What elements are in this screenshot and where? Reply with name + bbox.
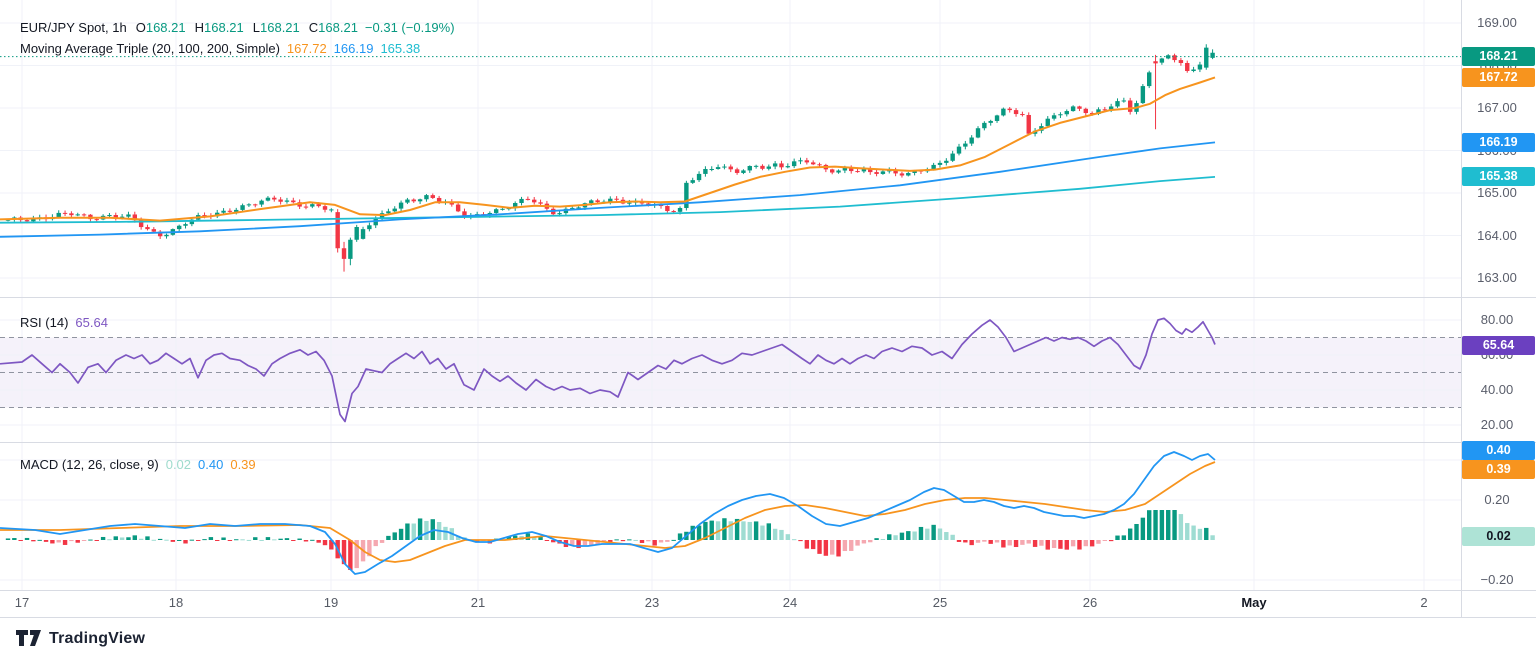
- macd-value: 0.40: [198, 457, 223, 472]
- ma-value: 167.72: [287, 41, 327, 56]
- ma-value: 166.19: [334, 41, 374, 56]
- ma20-line: [0, 77, 1215, 220]
- candlestick-series: [6, 44, 1215, 271]
- rsi-legend: RSI (14) 65.64: [20, 315, 108, 330]
- ohlc-key: O: [136, 20, 146, 35]
- macd-tick: −0.20: [1462, 572, 1532, 588]
- x-axis-label: 18: [169, 595, 183, 610]
- price-tick: 165.00: [1462, 185, 1532, 201]
- macd-histogram: [6, 510, 1215, 570]
- chart-canvas[interactable]: [0, 0, 1536, 618]
- rsi-tick: 40.00: [1462, 382, 1532, 398]
- rsi-badge: 65.64: [1462, 336, 1535, 355]
- rsi-value: 65.64: [75, 315, 108, 330]
- rsi-tick: 20.00: [1462, 417, 1532, 433]
- grid: [0, 0, 1461, 590]
- ohlc-values: O168.21H168.21L168.21C168.21: [127, 20, 358, 35]
- x-axis-label: May: [1241, 595, 1266, 610]
- ohlc-value: 168.21: [260, 20, 300, 35]
- ma-indicator-label[interactable]: Moving Average Triple (20, 100, 200, Sim…: [20, 41, 280, 56]
- macd-values: 0.02 0.40 0.39: [159, 457, 256, 472]
- macd-badge: 0.39: [1462, 460, 1535, 479]
- macd-indicator-label[interactable]: MACD (12, 26, close, 9): [20, 457, 159, 472]
- footer: TradingView: [0, 618, 1536, 659]
- ohlc-key: L: [253, 20, 260, 35]
- x-axis-label: 26: [1083, 595, 1097, 610]
- ohlc-value: 168.21: [318, 20, 358, 35]
- tradingview-wordmark[interactable]: TradingView: [49, 630, 145, 648]
- ma-values: 167.72 166.19 165.38: [280, 41, 420, 56]
- rsi-tick: 80.00: [1462, 312, 1532, 328]
- x-axis-label: 17: [15, 595, 29, 610]
- x-axis-label: 24: [783, 595, 797, 610]
- price-tick: 163.00: [1462, 270, 1532, 286]
- price-badge: 166.19: [1462, 133, 1535, 152]
- macd-legend: MACD (12, 26, close, 9) 0.02 0.40 0.39: [20, 457, 256, 472]
- price-tick: 164.00: [1462, 228, 1532, 244]
- ma100-line: [0, 142, 1215, 236]
- tradingview-chart: { "header": { "symbol": "EUR/JPY Spot, 1…: [0, 0, 1536, 659]
- price-tick: 167.00: [1462, 100, 1532, 116]
- macd-badge: 0.02: [1462, 527, 1535, 546]
- price-badge: 167.72: [1462, 68, 1535, 87]
- price-badge: 168.21: [1462, 47, 1535, 66]
- signal-line: [0, 462, 1215, 562]
- ohlc-key: C: [309, 20, 318, 35]
- rsi-indicator-label[interactable]: RSI (14): [20, 315, 68, 330]
- x-axis-label: 21: [471, 595, 485, 610]
- macd-value: 0.02: [166, 457, 191, 472]
- ohlc-value: 168.21: [146, 20, 186, 35]
- x-axis-label: 19: [324, 595, 338, 610]
- macd-value: 0.39: [230, 457, 255, 472]
- x-axis-label: 25: [933, 595, 947, 610]
- symbol-legend: EUR/JPY Spot, 1hO168.21H168.21L168.21C16…: [20, 20, 455, 35]
- ohlc-key: H: [195, 20, 204, 35]
- tradingview-logo-icon[interactable]: [16, 630, 42, 647]
- price-badge: 165.38: [1462, 167, 1535, 186]
- price-tick: 169.00: [1462, 15, 1532, 31]
- ma200-line: [0, 177, 1215, 223]
- ohlc-value: 168.21: [204, 20, 244, 35]
- x-axis-label: 23: [645, 595, 659, 610]
- symbol-title[interactable]: EUR/JPY Spot, 1h: [20, 20, 127, 35]
- macd-badge: 0.40: [1462, 441, 1535, 460]
- change-value: −0.31 (−0.19%): [365, 20, 455, 35]
- macd-tick: 0.20: [1462, 492, 1532, 508]
- ma-value: 165.38: [380, 41, 420, 56]
- x-axis-label: 2: [1420, 595, 1427, 610]
- ma-legend: Moving Average Triple (20, 100, 200, Sim…: [20, 41, 420, 56]
